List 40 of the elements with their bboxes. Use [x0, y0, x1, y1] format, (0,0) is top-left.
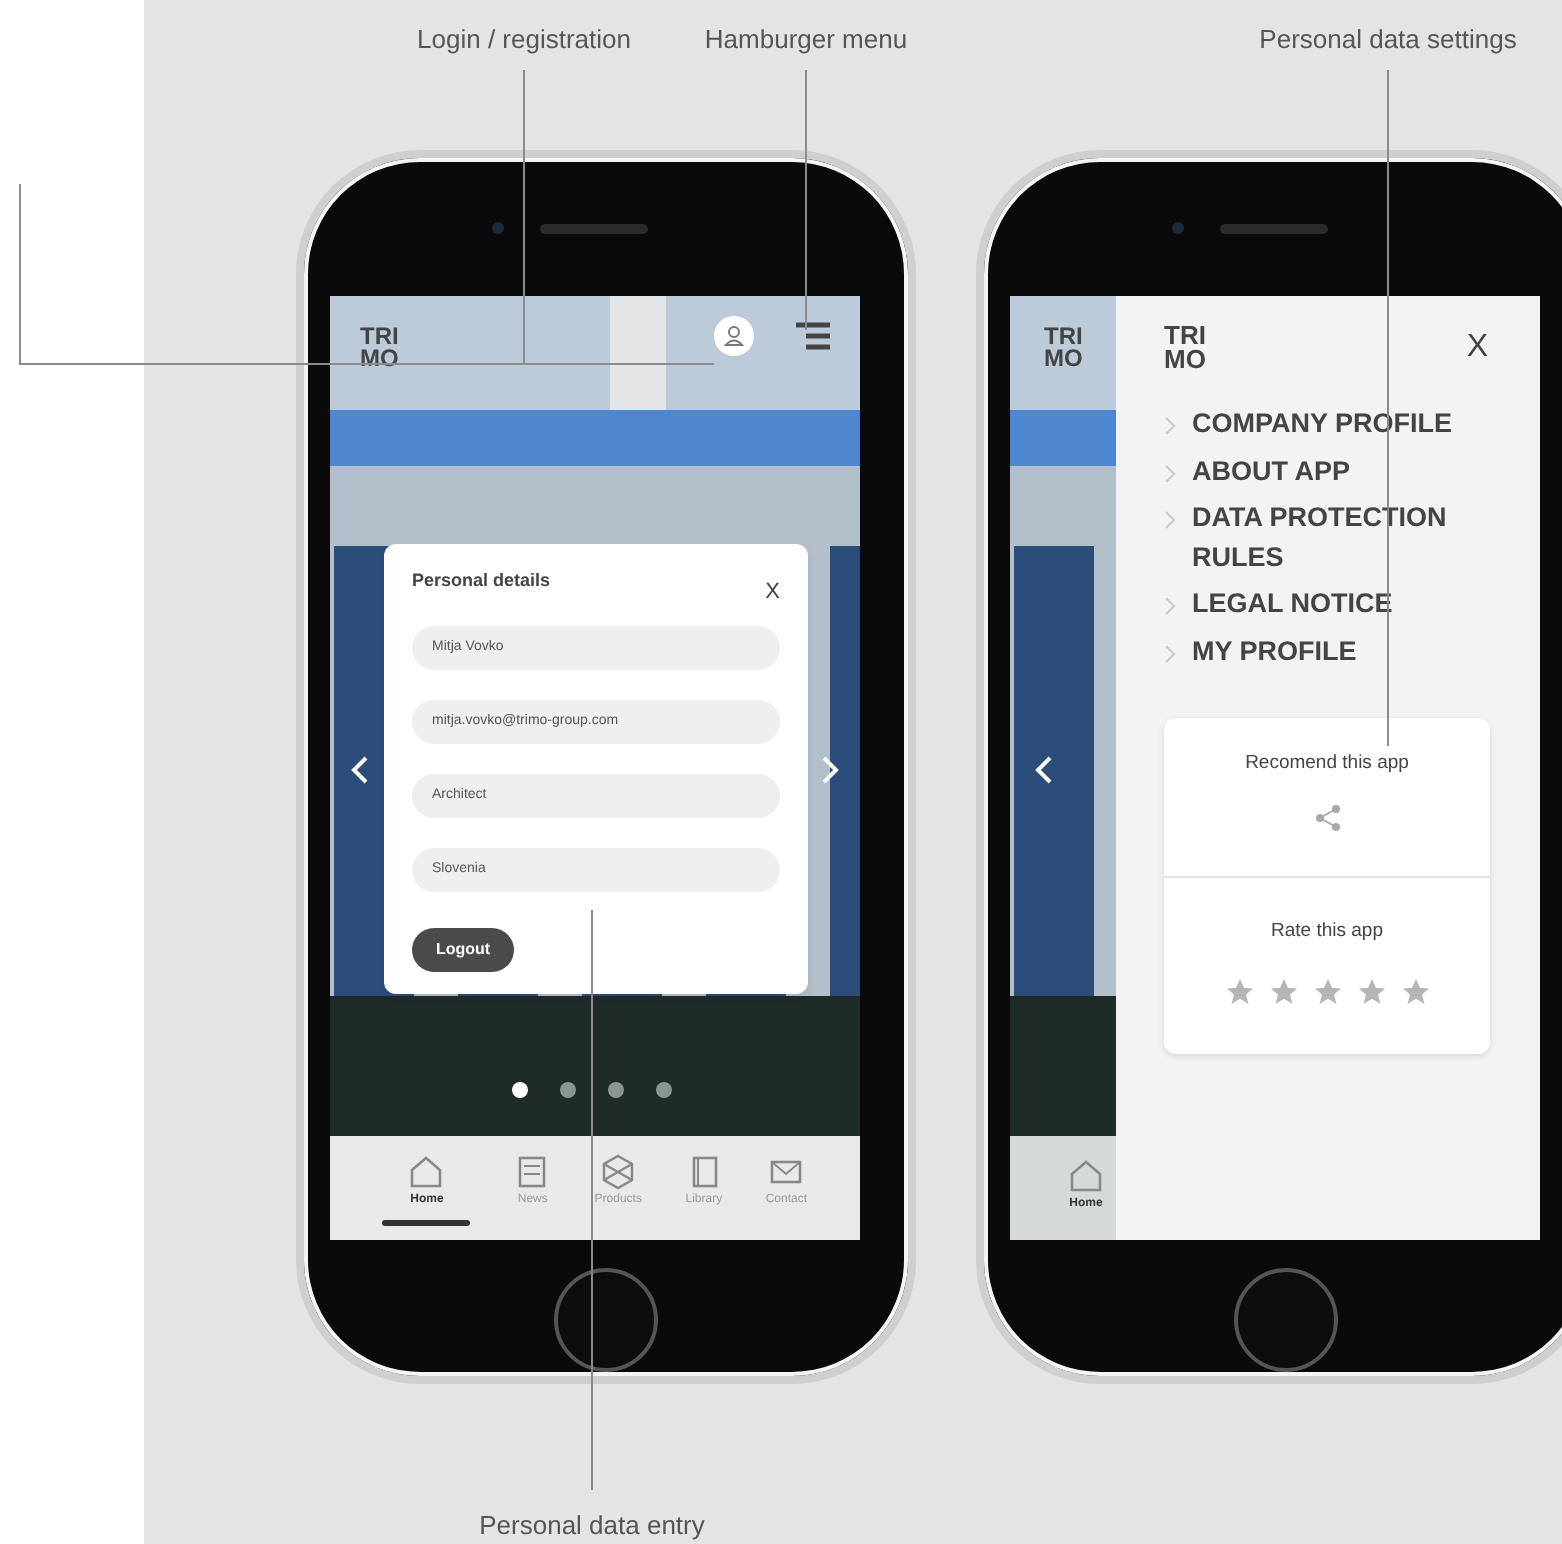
menu-item[interactable]: MY PROFILE — [1192, 631, 1357, 671]
share-icon[interactable] — [1313, 803, 1341, 832]
camera-icon — [1172, 222, 1184, 234]
chevron-left-icon[interactable] — [1034, 756, 1054, 784]
home-button[interactable] — [1234, 1268, 1338, 1372]
user-icon[interactable] — [714, 316, 754, 356]
menu-icon[interactable] — [796, 322, 830, 350]
logout-button[interactable]: Logout — [412, 927, 515, 971]
home-icon[interactable] — [406, 1152, 447, 1192]
home-button[interactable] — [554, 1268, 658, 1372]
star-icon[interactable] — [1225, 977, 1253, 1006]
star-icon[interactable] — [1269, 977, 1297, 1006]
star-icon[interactable] — [1401, 977, 1429, 1006]
card-title: Rate this app — [1271, 917, 1383, 946]
star-icon[interactable] — [1357, 977, 1385, 1006]
chevron-icon — [1164, 416, 1176, 436]
speaker-icon — [540, 224, 648, 234]
close-button[interactable]: X — [1466, 324, 1488, 372]
active-indicator — [382, 1220, 471, 1226]
cube-icon[interactable] — [598, 1152, 639, 1192]
logo: TRI MO — [1164, 324, 1203, 372]
callout-label: Login / registration — [417, 22, 631, 58]
chevron-icon — [1164, 643, 1176, 664]
speaker-icon — [1220, 224, 1328, 234]
chevron-right-icon[interactable] — [820, 756, 840, 784]
callout-label: Hamburger menu — [704, 22, 908, 58]
chevron-left-icon[interactable] — [350, 756, 370, 784]
logo: TRI MO — [1044, 326, 1080, 370]
card-title: Recomend this app — [1245, 750, 1409, 779]
star-icon[interactable] — [1313, 977, 1341, 1006]
camera-icon — [492, 222, 504, 234]
callout-label: Personal data settings — [1259, 22, 1517, 58]
close-button[interactable]: X — [765, 576, 780, 609]
menu-item[interactable]: ABOUT APP — [1192, 451, 1351, 491]
chevron-icon — [1164, 510, 1176, 531]
modal-title: Personal details — [412, 568, 551, 594]
chevron-icon — [1164, 596, 1176, 617]
callout-label: Personal data entry — [479, 1508, 705, 1544]
home-icon[interactable] — [1066, 1156, 1106, 1196]
chevron-icon — [1164, 463, 1176, 484]
